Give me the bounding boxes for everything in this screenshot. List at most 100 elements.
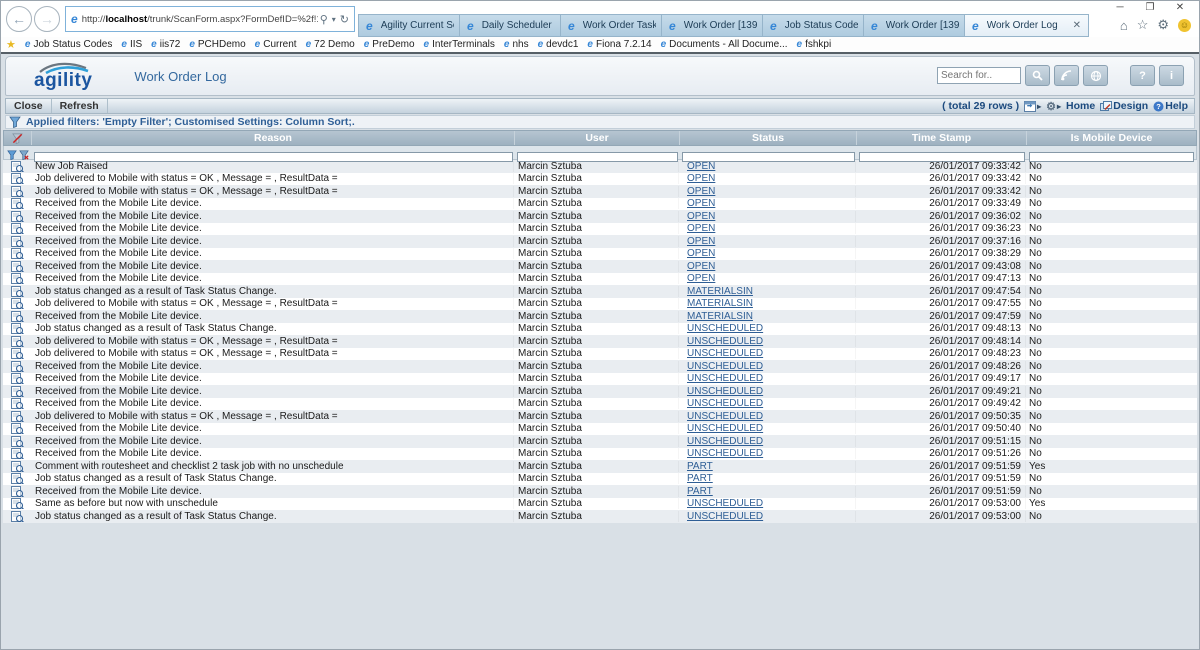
table-row[interactable]: Job delivered to Mobile with status = OK… (3, 348, 1197, 361)
add-favorite-star-icon[interactable]: ★ (6, 38, 16, 51)
export-dropdown-icon[interactable]: ▸ (1037, 102, 1041, 111)
table-row[interactable]: Received from the Mobile Lite device. Ma… (3, 448, 1197, 461)
table-row[interactable]: Received from the Mobile Lite device. Ma… (3, 385, 1197, 398)
export-button[interactable]: ▸ (1024, 101, 1041, 112)
favorite-link[interactable]: eiis72 (151, 39, 180, 50)
column-header-status[interactable]: Status (680, 131, 857, 145)
status-link[interactable]: UNSCHEDULED (687, 398, 763, 409)
table-row[interactable]: Received from the Mobile Lite device. Ma… (3, 273, 1197, 286)
tab-daily-scheduler[interactable]: eDaily Scheduler (459, 14, 560, 37)
status-link[interactable]: OPEN (687, 198, 715, 209)
table-row[interactable]: Received from the Mobile Lite device. Ma… (3, 360, 1197, 373)
view-record-icon[interactable] (11, 373, 24, 384)
status-link[interactable]: UNSCHEDULED (687, 511, 763, 522)
status-link[interactable]: UNSCHEDULED (687, 423, 763, 434)
search-button[interactable] (1025, 65, 1050, 86)
status-link[interactable]: PART (687, 473, 713, 484)
favorite-link[interactable]: eDocuments - All Docume... (661, 39, 788, 50)
status-link[interactable]: MATERIALSIN (687, 311, 753, 322)
view-record-icon[interactable] (11, 498, 24, 509)
tab-work-order-log[interactable]: eWork Order Log✕ (964, 14, 1089, 37)
table-row[interactable]: Job delivered to Mobile with status = OK… (3, 173, 1197, 186)
tools-dropdown-icon[interactable]: ▸ (1057, 102, 1061, 111)
column-header-user[interactable]: User (515, 131, 680, 145)
url-search-icon[interactable]: ⚲ (320, 13, 328, 26)
view-record-icon[interactable] (11, 486, 24, 497)
table-row[interactable]: Received from the Mobile Lite device. Ma… (3, 373, 1197, 386)
favorite-link[interactable]: efshkpi (797, 39, 832, 50)
favorite-link[interactable]: eFiona 7.2.14 (587, 39, 651, 50)
tab-work-order-13911[interactable]: eWork Order [13911] (661, 14, 762, 37)
table-row[interactable]: Comment with routesheet and checklist 2 … (3, 460, 1197, 473)
back-button[interactable]: ← (6, 6, 32, 32)
tab-work-order-tasks[interactable]: eWork Order Tasks [TAS... (560, 14, 661, 37)
status-link[interactable]: OPEN (687, 223, 715, 234)
tools-button[interactable]: ⚙ ▸ (1046, 100, 1061, 113)
status-link[interactable]: OPEN (687, 186, 715, 197)
table-row[interactable]: Job delivered to Mobile with status = OK… (3, 298, 1197, 311)
design-link[interactable]: Design (1100, 100, 1148, 112)
table-row[interactable]: Received from the Mobile Lite device. Ma… (3, 248, 1197, 261)
status-link[interactable]: UNSCHEDULED (687, 436, 763, 447)
status-link[interactable]: MATERIALSIN (687, 286, 753, 297)
table-row[interactable]: Received from the Mobile Lite device. Ma… (3, 198, 1197, 211)
column-header-reason[interactable]: Reason (32, 131, 515, 145)
favorite-link[interactable]: edevdc1 (538, 39, 579, 50)
column-header-is-mobile-device[interactable]: Is Mobile Device (1027, 131, 1196, 145)
home-link[interactable]: Home (1066, 100, 1095, 112)
table-row[interactable]: Job status changed as a result of Task S… (3, 323, 1197, 336)
status-link[interactable]: PART (687, 461, 713, 472)
table-row[interactable]: Job status changed as a result of Task S… (3, 285, 1197, 298)
table-row[interactable]: Received from the Mobile Lite device. Ma… (3, 260, 1197, 273)
status-link[interactable]: OPEN (687, 161, 715, 172)
view-record-icon[interactable] (11, 423, 24, 434)
table-row[interactable]: Job status changed as a result of Task S… (3, 510, 1197, 523)
view-record-icon[interactable] (11, 473, 24, 484)
status-link[interactable]: OPEN (687, 173, 715, 184)
status-link[interactable]: UNSCHEDULED (687, 323, 763, 334)
status-link[interactable]: UNSCHEDULED (687, 386, 763, 397)
view-record-icon[interactable] (11, 398, 24, 409)
status-link[interactable]: PART (687, 486, 713, 497)
help-link[interactable]: ? Help (1153, 100, 1188, 112)
favorite-link[interactable]: enhs (504, 39, 529, 50)
table-row[interactable]: Job delivered to Mobile with status = OK… (3, 410, 1197, 423)
table-row[interactable]: Job delivered to Mobile with status = OK… (3, 335, 1197, 348)
clear-filter-header-cell[interactable] (4, 131, 32, 145)
table-row[interactable]: Job delivered to Mobile with status = OK… (3, 185, 1197, 198)
settings-gear-icon[interactable]: ⚙ (1157, 17, 1169, 33)
home-icon[interactable]: ⌂ (1120, 18, 1128, 33)
table-row[interactable]: New Job Raised Marcin Sztuba OPEN 26/01/… (3, 160, 1197, 173)
search-input[interactable] (937, 67, 1021, 84)
remove-filter-icon[interactable] (19, 150, 29, 160)
status-link[interactable]: UNSCHEDULED (687, 498, 763, 509)
favorite-link[interactable]: e72 Demo (306, 39, 355, 50)
feedback-smiley-icon[interactable]: ☺ (1178, 19, 1191, 32)
view-record-icon[interactable] (11, 448, 24, 459)
view-record-icon[interactable] (11, 248, 24, 259)
status-link[interactable]: OPEN (687, 261, 715, 272)
help-button[interactable]: ? (1130, 65, 1155, 86)
address-bar[interactable]: e http://localhost/trunk/ScanForm.aspx?F… (65, 6, 355, 32)
info-button[interactable]: i (1159, 65, 1184, 86)
apply-filter-icon[interactable] (7, 150, 17, 160)
close-window-button[interactable]: ✕ (1165, 1, 1195, 16)
view-record-icon[interactable] (11, 173, 24, 184)
status-link[interactable]: UNSCHEDULED (687, 361, 763, 372)
globe-button[interactable] (1083, 65, 1108, 86)
tab-agility-current-sources[interactable]: eAgility Current Sources (358, 14, 459, 37)
view-record-icon[interactable] (11, 511, 24, 522)
status-link[interactable]: OPEN (687, 273, 715, 284)
view-record-icon[interactable] (11, 348, 24, 359)
view-record-icon[interactable] (11, 198, 24, 209)
view-record-icon[interactable] (11, 323, 24, 334)
status-link[interactable]: MATERIALSIN (687, 298, 753, 309)
favorite-link[interactable]: eInterTerminals (424, 39, 495, 50)
table-row[interactable]: Received from the Mobile Lite device. Ma… (3, 210, 1197, 223)
status-link[interactable]: UNSCHEDULED (687, 448, 763, 459)
status-link[interactable]: UNSCHEDULED (687, 373, 763, 384)
view-record-icon[interactable] (11, 211, 24, 222)
view-record-icon[interactable] (11, 336, 24, 347)
status-link[interactable]: UNSCHEDULED (687, 336, 763, 347)
table-row[interactable]: Received from the Mobile Lite device. Ma… (3, 235, 1197, 248)
